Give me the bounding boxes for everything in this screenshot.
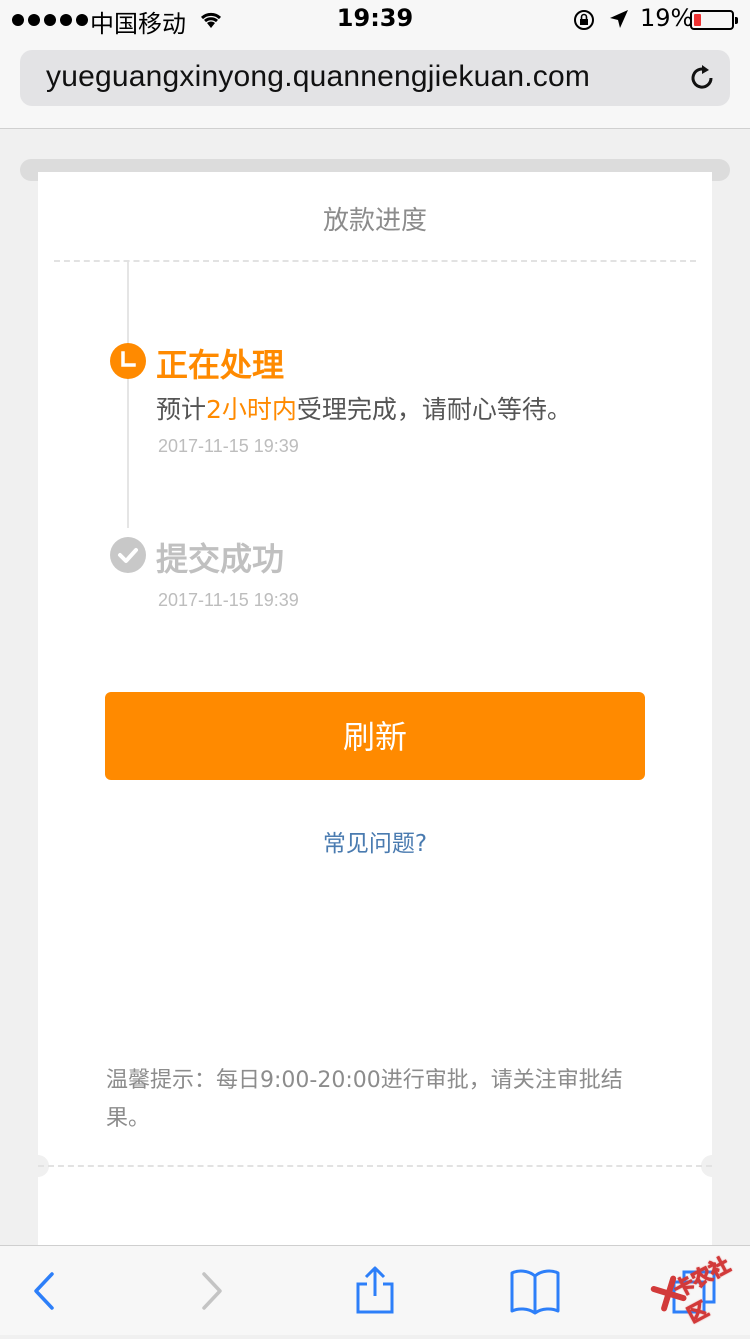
refresh-button[interactable]: 刷新 bbox=[105, 692, 645, 780]
faq-link[interactable]: 常见问题? bbox=[38, 824, 712, 858]
web-content: 放款进度 正在处理 预计2小时内受理完成，请耐心等待。 2017-11-15 1… bbox=[0, 129, 750, 1245]
url-text[interactable]: yueguangxinyong.quannengjiekuan.com bbox=[46, 60, 590, 94]
clock-icon bbox=[110, 343, 146, 379]
bookmarks-icon[interactable] bbox=[510, 1266, 560, 1316]
notice-text: 温馨提示：每日9:00-20:00进行审批，请关注审批结果。 bbox=[106, 1068, 623, 1131]
bottom-divider bbox=[38, 1165, 712, 1167]
back-arrow-icon[interactable] bbox=[22, 1266, 72, 1316]
address-bar[interactable]: yueguangxinyong.quannengjiekuan.com bbox=[20, 50, 730, 106]
timeline-line bbox=[127, 262, 129, 528]
share-icon[interactable] bbox=[350, 1266, 400, 1316]
loan-progress-card: 放款进度 正在处理 预计2小时内受理完成，请耐心等待。 2017-11-15 1… bbox=[27, 172, 723, 1245]
step-title-submitted: 提交成功 bbox=[156, 540, 285, 578]
browser-toolbar bbox=[0, 1245, 750, 1335]
desc-prefix: 预计 bbox=[156, 395, 207, 424]
desc-suffix: 受理完成，请耐心等待。 bbox=[296, 395, 572, 424]
reload-icon[interactable] bbox=[686, 62, 718, 94]
clock-time: 19:39 bbox=[336, 4, 414, 32]
check-circle-icon bbox=[110, 537, 146, 573]
rotation-lock-icon bbox=[574, 10, 594, 30]
title-divider bbox=[54, 260, 696, 262]
location-arrow-icon bbox=[610, 10, 628, 28]
step-title-processing: 正在处理 bbox=[156, 346, 285, 384]
forward-arrow-icon[interactable] bbox=[186, 1266, 236, 1316]
status-bar: 中国移动 19:39 19% bbox=[0, 0, 750, 40]
card-title: 放款进度 bbox=[322, 206, 427, 236]
battery-icon bbox=[690, 10, 738, 30]
desc-highlight: 2小时内 bbox=[206, 395, 297, 424]
browser-address-area: yueguangxinyong.quannengjiekuan.com bbox=[0, 40, 750, 129]
battery-percent: 19% bbox=[640, 4, 694, 32]
step-timestamp: 2017-11-15 19:39 bbox=[158, 436, 299, 456]
step-description: 预计2小时内受理完成，请耐心等待。 bbox=[156, 390, 572, 426]
step-timestamp: 2017-11-15 19:39 bbox=[158, 590, 299, 610]
